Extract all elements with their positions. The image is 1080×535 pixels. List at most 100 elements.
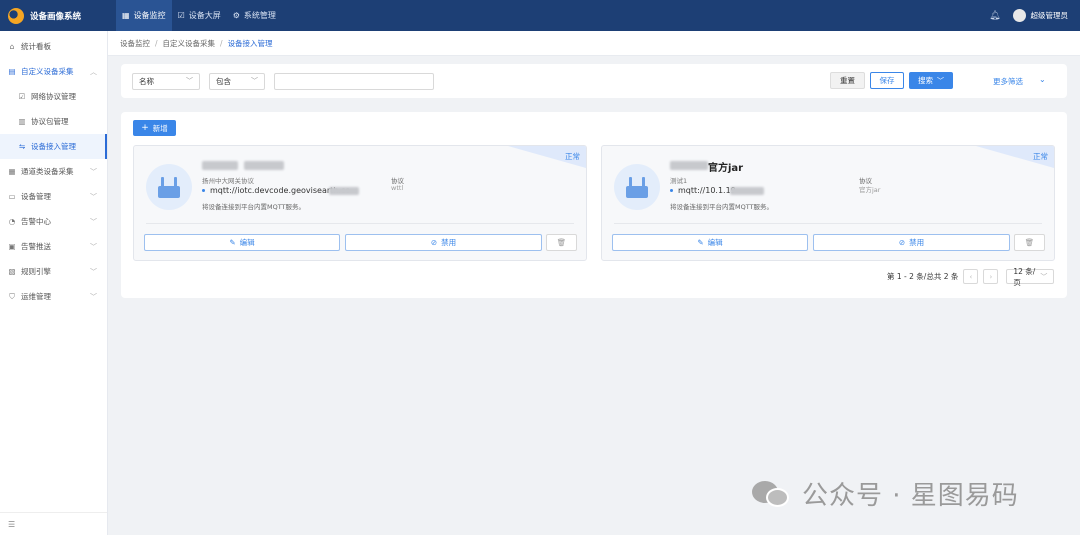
redacted-name xyxy=(670,161,708,170)
push-icon: ▣ xyxy=(8,242,16,251)
rule-icon: ▧ xyxy=(8,267,16,276)
sidebar-item-ops-manage[interactable]: ⛉ 运维管理 ﹀ xyxy=(0,284,107,309)
top-nav: ▦ 设备监控 ☑ 设备大屏 ⚙ 系统管理 xyxy=(116,0,282,31)
disable-button[interactable]: ⊘ 禁用 xyxy=(813,234,1010,251)
edit-icon: ✎ xyxy=(229,238,236,247)
edit-button[interactable]: ✎ 编辑 xyxy=(144,234,340,251)
status-badge: 正常 xyxy=(1033,152,1048,161)
device-description: 将设备连接到平台内置MQTT服务。 xyxy=(670,203,774,211)
device-card[interactable]: 正常 官方jar 测试1 mqtt://10.1.19 将设备连接到平台内置MQ… xyxy=(601,145,1055,261)
device-subtitle: 扬州中大网关协议 xyxy=(202,177,254,185)
chevron-up-icon: ︿ xyxy=(90,67,97,76)
protocol-value: wttl xyxy=(391,184,404,192)
sidebar-item-alarm-push[interactable]: ▣ 告警推送 ﹀ xyxy=(0,234,107,259)
sidebar-item-protocol-package[interactable]: ▥ 协议包管理 xyxy=(0,109,107,134)
pagination: 第 1 - 2 条/总共 2 条 ‹ › 12 条/页 ﹀ xyxy=(887,267,1055,287)
watermark-text: 公众号 · 星图易码 xyxy=(802,481,1019,511)
screen-icon: ☑ xyxy=(177,11,185,20)
redacted-name xyxy=(244,161,284,170)
gateway-device-icon xyxy=(614,164,660,210)
logo-mark-icon xyxy=(8,7,24,24)
chevron-down-icon: ﹀ xyxy=(937,76,944,85)
chevron-down-icon: ﹀ xyxy=(1040,272,1048,281)
filter-field-select[interactable]: 名称 ﹀ xyxy=(132,72,200,90)
breadcrumb: 设备监控 / 自定义设备采集 / 设备接入管理 xyxy=(108,31,1080,56)
menu-collapse-icon: ☰ xyxy=(8,519,16,529)
pagination-summary: 第 1 - 2 条/总共 2 条 xyxy=(887,272,959,281)
gateway-device-icon xyxy=(146,164,192,210)
filter-value-input[interactable] xyxy=(274,72,434,90)
sidebar-collapse-toggle[interactable]: ☰ xyxy=(0,512,107,535)
chevron-down-icon: ﹀ xyxy=(251,77,258,85)
reset-button[interactable]: 重置 xyxy=(830,72,865,89)
prev-page-button[interactable]: ‹ xyxy=(963,269,979,284)
app-logo[interactable]: 设备画像系统 xyxy=(0,7,116,24)
redacted-url xyxy=(329,187,359,195)
sidebar-item-custom-collect[interactable]: ▤ 自定义设备采集 ︿ xyxy=(0,59,107,84)
watermark: 公众号 · 星图易码 xyxy=(752,475,1019,512)
sidebar-item-alarm-center[interactable]: ◔ 告警中心 ﹀ xyxy=(0,209,107,234)
chevron-down-icon: ﹀ xyxy=(90,192,97,201)
settings-icon: ⚙ xyxy=(232,11,240,20)
disable-button[interactable]: ⊘ 禁用 xyxy=(345,234,542,251)
page-size-select[interactable]: 12 条/页 ﹀ xyxy=(1006,267,1055,287)
device-description: 将设备连接到平台内置MQTT服务。 xyxy=(202,203,306,211)
device-icon: ▭ xyxy=(8,192,16,201)
chevron-right-icon: › xyxy=(989,272,993,281)
redacted-url xyxy=(730,187,764,195)
ban-icon: ⊘ xyxy=(898,238,906,247)
filter-operator-select[interactable]: 包含 ﹀ xyxy=(209,72,265,90)
chevron-left-icon: ‹ xyxy=(969,272,973,281)
chevron-down-icon: ﹀ xyxy=(90,217,97,226)
more-filter-link[interactable]: 更多筛选 xyxy=(993,76,1023,87)
device-card[interactable]: 正常 扬州中大网关协议 mqtt://iotc.devcode.geovisea… xyxy=(133,145,587,261)
checkbox-icon: ☑ xyxy=(18,92,26,101)
topnav-device-monitor[interactable]: ▦ 设备监控 xyxy=(116,0,172,31)
save-button[interactable]: 保存 xyxy=(870,72,904,89)
device-url: mqtt://iotc.devcode.geovisearth.co xyxy=(202,186,350,195)
protocol-value: 官方jar xyxy=(859,186,881,194)
edit-icon: ✎ xyxy=(697,238,704,247)
delete-button[interactable]: 🗑︎ xyxy=(546,234,577,251)
monitor-grid-icon: ▦ xyxy=(122,11,130,20)
wechat-icon xyxy=(752,479,792,509)
trash-icon: 🗑︎ xyxy=(556,238,567,247)
add-button[interactable]: + 新增 xyxy=(133,120,176,136)
topnav-device-screen[interactable]: ☑ 设备大屏 xyxy=(172,0,227,31)
chevron-down-icon: ﹀ xyxy=(90,267,97,276)
breadcrumb-item[interactable]: 自定义设备采集 xyxy=(163,38,216,49)
alarm-icon: ◔ xyxy=(8,217,16,226)
redacted-name xyxy=(202,161,238,170)
ban-icon: ⊘ xyxy=(430,238,438,247)
chevron-down-icon: ﹀ xyxy=(186,77,193,85)
chart-box-icon: ▤ xyxy=(8,67,16,76)
sidebar-item-device-manage[interactable]: ▭ 设备管理 ﹀ xyxy=(0,184,107,209)
bell-icon[interactable]: 🔔︎ xyxy=(989,11,1000,21)
chevron-down-icon: ﹀ xyxy=(90,167,97,176)
avatar[interactable] xyxy=(1012,9,1026,22)
next-page-button[interactable]: › xyxy=(983,269,999,284)
breadcrumb-item[interactable]: 设备监控 xyxy=(120,38,150,49)
sidebar-item-device-access[interactable]: ⇋ 设备接入管理 xyxy=(0,134,107,159)
sidebar: ⌂ 统计看板 ▤ 自定义设备采集 ︿ ☑ 网络协议管理 ▥ 协议包管理 ⇋ 设备… xyxy=(0,31,108,535)
sidebar-item-dashboard[interactable]: ⌂ 统计看板 xyxy=(0,34,107,59)
search-button[interactable]: 搜索 ﹀ xyxy=(909,72,953,89)
status-badge: 正常 xyxy=(565,152,580,161)
app-title: 设备画像系统 xyxy=(30,11,82,22)
topnav-system-manage[interactable]: ⚙ 系统管理 xyxy=(227,0,282,31)
home-icon: ⌂ xyxy=(9,42,15,51)
sidebar-item-network-protocol[interactable]: ☑ 网络协议管理 xyxy=(0,84,107,109)
edit-button[interactable]: ✎ 编辑 xyxy=(612,234,808,251)
filter-bar: 名称 ﹀ 包含 ﹀ 重置 保存 搜索 ﹀ 更多筛选 ⌄ xyxy=(121,64,1067,98)
grid-icon: ▦ xyxy=(8,167,16,176)
sidebar-item-rule-engine[interactable]: ▧ 规则引擎 ﹀ xyxy=(0,259,107,284)
device-url: mqtt://10.1.19 xyxy=(670,186,736,195)
double-chevron-down-icon[interactable]: ⌄ xyxy=(1039,75,1046,84)
bar-chart-icon: ▥ xyxy=(18,117,26,126)
shield-icon: ⛉ xyxy=(9,291,15,301)
sidebar-item-channel-collect[interactable]: ▦ 通道类设备采集 ﹀ xyxy=(0,159,107,184)
chevron-down-icon: ﹀ xyxy=(90,242,97,251)
user-name[interactable]: 超级管理员 xyxy=(1031,10,1069,21)
trash-icon: 🗑︎ xyxy=(1024,238,1035,247)
delete-button[interactable]: 🗑︎ xyxy=(1014,234,1045,251)
